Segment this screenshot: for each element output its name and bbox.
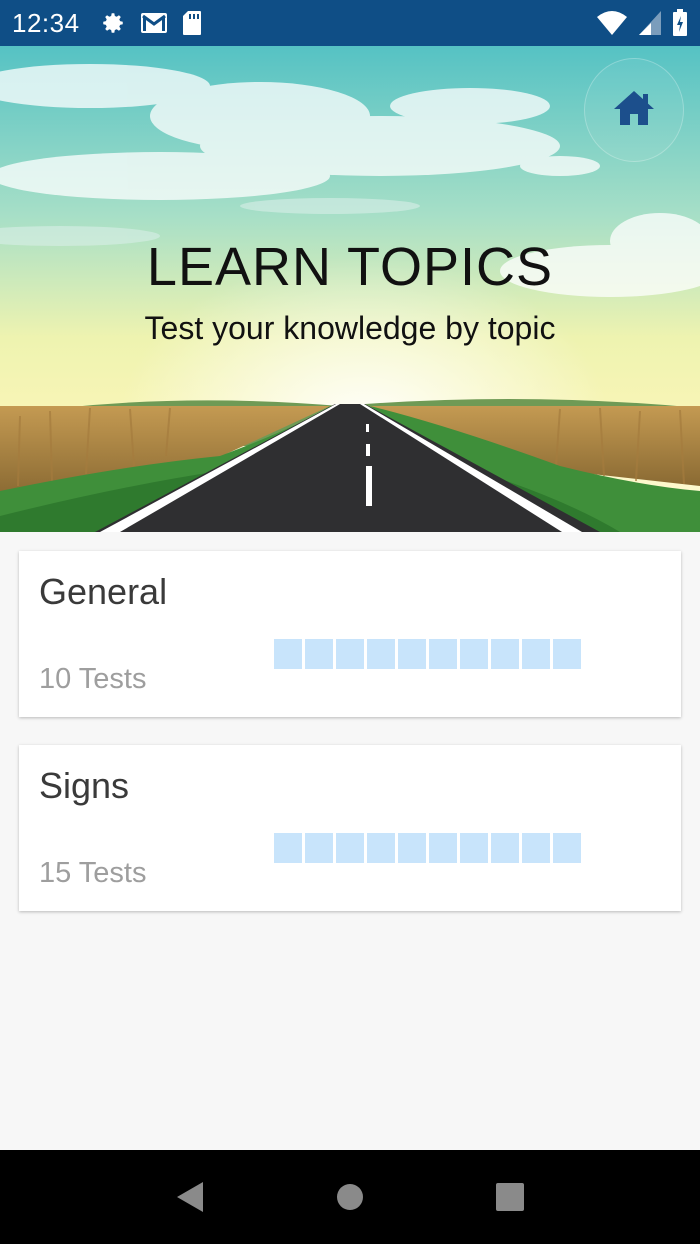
progress-segment xyxy=(460,833,488,863)
progress-segment xyxy=(274,639,302,669)
sd-card-icon xyxy=(182,10,202,36)
navigation-bar xyxy=(0,1150,700,1244)
topic-test-count: 15 Tests xyxy=(39,857,147,889)
progress-segment xyxy=(460,639,488,669)
progress-segment xyxy=(553,639,581,669)
progress-segment xyxy=(305,833,333,863)
progress-segment xyxy=(336,833,364,863)
progress-segment xyxy=(491,639,519,669)
page-title: LEARN TOPICS xyxy=(146,237,554,297)
progress-segment xyxy=(305,639,333,669)
status-time: 12:34 xyxy=(12,7,80,38)
progress-segment xyxy=(429,833,457,863)
notification-icons xyxy=(100,10,202,36)
signal-icon xyxy=(638,10,662,36)
page-subtitle: Test your knowledge by topic xyxy=(144,310,556,346)
topic-progress-bar xyxy=(274,833,581,863)
progress-segment xyxy=(398,833,426,863)
recents-button[interactable] xyxy=(478,1165,542,1229)
home-nav-button[interactable] xyxy=(318,1165,382,1229)
topic-title: Signs xyxy=(39,765,130,806)
home-circle-icon xyxy=(337,1184,363,1210)
hero-banner: LEARN TOPICS Test your knowledge by topi… xyxy=(0,46,700,532)
progress-segment xyxy=(522,833,550,863)
back-icon xyxy=(177,1182,203,1212)
progress-segment xyxy=(491,833,519,863)
back-button[interactable] xyxy=(158,1165,222,1229)
topic-list: General 10 Tests Signs 15 Tests xyxy=(19,551,681,939)
wifi-icon xyxy=(596,10,628,36)
topic-card-signs[interactable]: Signs 15 Tests xyxy=(19,745,681,911)
home-button[interactable] xyxy=(584,58,684,162)
system-icons xyxy=(596,9,688,37)
topic-card-general[interactable]: General 10 Tests xyxy=(19,551,681,717)
progress-segment xyxy=(367,833,395,863)
topic-progress-bar xyxy=(274,639,581,669)
recents-icon xyxy=(496,1183,524,1211)
gmail-icon xyxy=(140,12,168,34)
progress-segment xyxy=(522,639,550,669)
progress-segment xyxy=(367,639,395,669)
topic-test-count: 10 Tests xyxy=(39,663,147,695)
battery-icon xyxy=(672,9,688,37)
progress-segment xyxy=(274,833,302,863)
progress-segment xyxy=(398,639,426,669)
gear-icon xyxy=(100,10,126,36)
status-bar: 12:34 xyxy=(0,0,700,46)
progress-segment xyxy=(336,639,364,669)
home-icon xyxy=(612,89,656,132)
progress-segment xyxy=(429,639,457,669)
topic-title: General xyxy=(39,571,168,612)
progress-segment xyxy=(553,833,581,863)
